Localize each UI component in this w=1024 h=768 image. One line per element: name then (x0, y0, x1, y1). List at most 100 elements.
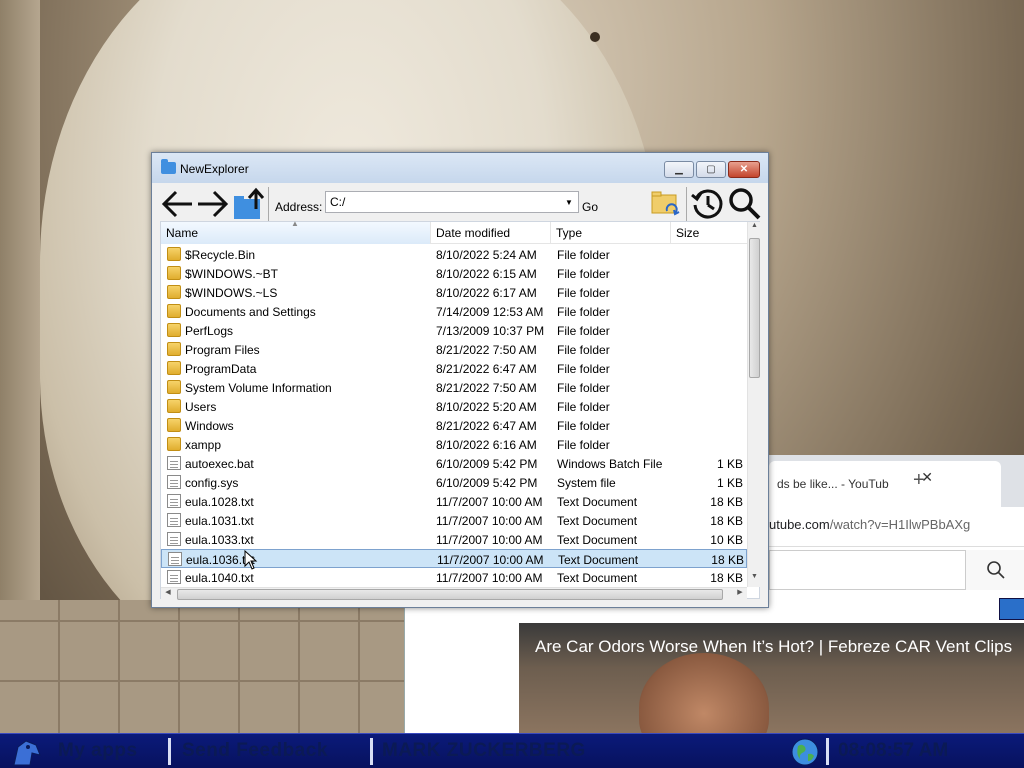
cell-type: File folder (557, 286, 610, 300)
table-row[interactable]: eula.1031.txt 11/7/2007 10:00 AM Text Docu… (161, 511, 747, 530)
horizontal-scroll-thumb[interactable] (177, 589, 723, 600)
cell-name: autoexec.bat (185, 457, 254, 471)
vertical-scrollbar[interactable]: ▲ ▼ (747, 222, 760, 587)
taskbar-user-name[interactable]: MARK ZUCKERBERG (382, 740, 586, 762)
background-detail (590, 32, 600, 42)
cell-date: 8/21/2022 7:50 AM (436, 343, 537, 357)
folder-locked-icon (167, 247, 181, 261)
cell-name: System Volume Information (185, 381, 332, 395)
table-row[interactable]: System Volume Information 8/21/2022 7:50 … (161, 378, 747, 397)
video-player[interactable]: Are Car Odors Worse When It’s Hot? | Feb… (519, 623, 1024, 735)
search-button[interactable] (728, 187, 762, 221)
title-bar[interactable]: NewExplorer ▁ ▢ ✕ (152, 153, 768, 183)
refresh-folder-button[interactable] (650, 187, 682, 221)
minimize-button[interactable]: ▁ (664, 161, 694, 178)
cell-name: $WINDOWS.~BT (185, 267, 279, 281)
browser-url[interactable]: utube.com/watch?v=H1IlwPBbAXg (769, 517, 970, 532)
cell-name: Documents and Settings (185, 305, 316, 319)
extension-icon[interactable] (999, 598, 1024, 620)
youtube-search-button[interactable] (965, 550, 1024, 590)
cell-size: 18 KB (710, 495, 743, 509)
globe-icon[interactable] (790, 737, 820, 767)
cell-type: System file (557, 476, 616, 490)
chevron-down-icon[interactable]: ▼ (561, 193, 577, 211)
table-row[interactable]: eula.1033.txt 11/7/2007 10:00 AM Text Docu… (161, 530, 747, 549)
cell-type: File folder (557, 305, 610, 319)
table-row[interactable]: $WINDOWS.~BT 8/10/2022 6:15 AM File folder (161, 264, 747, 283)
table-row[interactable]: eula.1028.txt 11/7/2007 10:00 AM Text Docu… (161, 492, 747, 511)
video-frame (639, 653, 769, 735)
scroll-left-icon[interactable]: ◀ (161, 588, 175, 601)
horizontal-scrollbar[interactable]: ◀ ▶ (161, 587, 747, 600)
file-icon (167, 475, 181, 489)
history-button[interactable] (690, 187, 724, 221)
cell-date: 11/7/2007 10:00 AM (436, 514, 543, 528)
cell-name: Windows (185, 419, 234, 433)
table-row[interactable]: PerfLogs 7/13/2009 10:37 PM File folder (161, 321, 747, 340)
folder-locked-icon (167, 304, 181, 318)
taskbar-divider (370, 738, 373, 765)
cell-name: config.sys (185, 476, 239, 490)
start-logo-icon[interactable] (8, 737, 44, 767)
up-folder-button[interactable] (232, 187, 266, 221)
table-row[interactable]: eula.1040.txt 11/7/2007 10:00 AM Text Docu… (161, 568, 747, 587)
mouse-cursor-icon (244, 550, 258, 570)
table-row[interactable]: Windows 8/21/2022 6:47 AM File folder (161, 416, 747, 435)
file-list[interactable]: ▲ Name Date modified Type Size $Recycle.B… (160, 219, 760, 600)
file-icon (168, 552, 182, 566)
column-header-name[interactable]: ▲ Name (161, 219, 431, 244)
cell-size: 18 KB (710, 514, 743, 528)
cell-date: 11/7/2007 10:00 AM (436, 495, 543, 509)
vertical-scroll-thumb[interactable] (749, 238, 760, 378)
table-row[interactable]: Program Files 8/21/2022 7:50 AM File folde… (161, 340, 747, 359)
column-header-date[interactable]: Date modified (431, 222, 551, 244)
toolbar-separator-2 (686, 187, 687, 221)
folder-locked-icon (167, 380, 181, 394)
scroll-down-icon[interactable]: ▼ (748, 573, 761, 587)
scroll-up-icon[interactable]: ▲ (748, 222, 761, 236)
cell-size: 18 KB (711, 553, 744, 567)
table-row[interactable]: Documents and Settings 7/14/2009 12:53 AM… (161, 302, 747, 321)
table-row[interactable]: config.sys 6/10/2009 5:42 PM System file 1 … (161, 473, 747, 492)
folder-refresh-icon (651, 191, 680, 216)
cell-name: eula.1028.txt (185, 495, 254, 509)
table-row[interactable]: xampp 8/10/2022 6:16 AM File folder (161, 435, 747, 454)
cell-date: 8/21/2022 6:47 AM (436, 362, 537, 376)
new-tab-icon[interactable]: + (913, 469, 925, 492)
cell-date: 8/21/2022 7:50 AM (436, 381, 537, 395)
column-header-type[interactable]: Type (551, 222, 671, 244)
folder-up-icon (234, 187, 265, 219)
toolbar: Address: ▼ Go (158, 183, 764, 225)
address-input[interactable] (325, 191, 579, 213)
file-rows: $Recycle.Bin 8/10/2022 5:24 AM File folder… (161, 245, 747, 587)
folder-icon (167, 323, 181, 337)
back-button[interactable] (160, 187, 194, 221)
taskbar-my-apps[interactable]: My apps (58, 740, 138, 762)
scroll-right-icon[interactable]: ▶ (733, 588, 747, 601)
folder-icon (167, 285, 181, 299)
forward-button[interactable] (196, 187, 230, 221)
table-row[interactable]: ProgramData 8/21/2022 6:47 AM File folder (161, 359, 747, 378)
go-button[interactable]: Go (582, 200, 598, 214)
cell-type: File folder (557, 267, 610, 281)
cell-name: PerfLogs (185, 324, 234, 338)
cell-date: 11/7/2007 10:00 AM (437, 553, 544, 567)
taskbar-send-feedback[interactable]: Send Feedback (182, 740, 328, 762)
column-headers: ▲ Name Date modified Type Size (161, 219, 747, 244)
table-row[interactable]: autoexec.bat 6/10/2009 5:42 PM Windows Bat… (161, 454, 747, 473)
close-button[interactable]: ✕ (728, 161, 760, 178)
browser-tab-title: ds be like... - YouTub (777, 477, 889, 491)
browser-tab[interactable]: ds be like... - YouTub (769, 461, 1001, 507)
folder-icon (167, 399, 181, 413)
cell-name: Users (185, 400, 217, 414)
address-label: Address: (275, 200, 323, 214)
column-header-size[interactable]: Size (671, 222, 747, 244)
table-row[interactable]: $WINDOWS.~LS 8/10/2022 6:17 AM File folder (161, 283, 747, 302)
cell-date: 7/14/2009 12:53 AM (436, 305, 544, 319)
maximize-button[interactable]: ▢ (696, 161, 726, 178)
cell-date: 11/7/2007 10:00 AM (436, 571, 543, 585)
folder-icon (167, 361, 181, 375)
table-row[interactable]: $Recycle.Bin 8/10/2022 5:24 AM File folder (161, 245, 747, 264)
table-row[interactable]: Users 8/10/2022 5:20 AM File folder (161, 397, 747, 416)
cell-date: 8/10/2022 6:17 AM (436, 286, 537, 300)
